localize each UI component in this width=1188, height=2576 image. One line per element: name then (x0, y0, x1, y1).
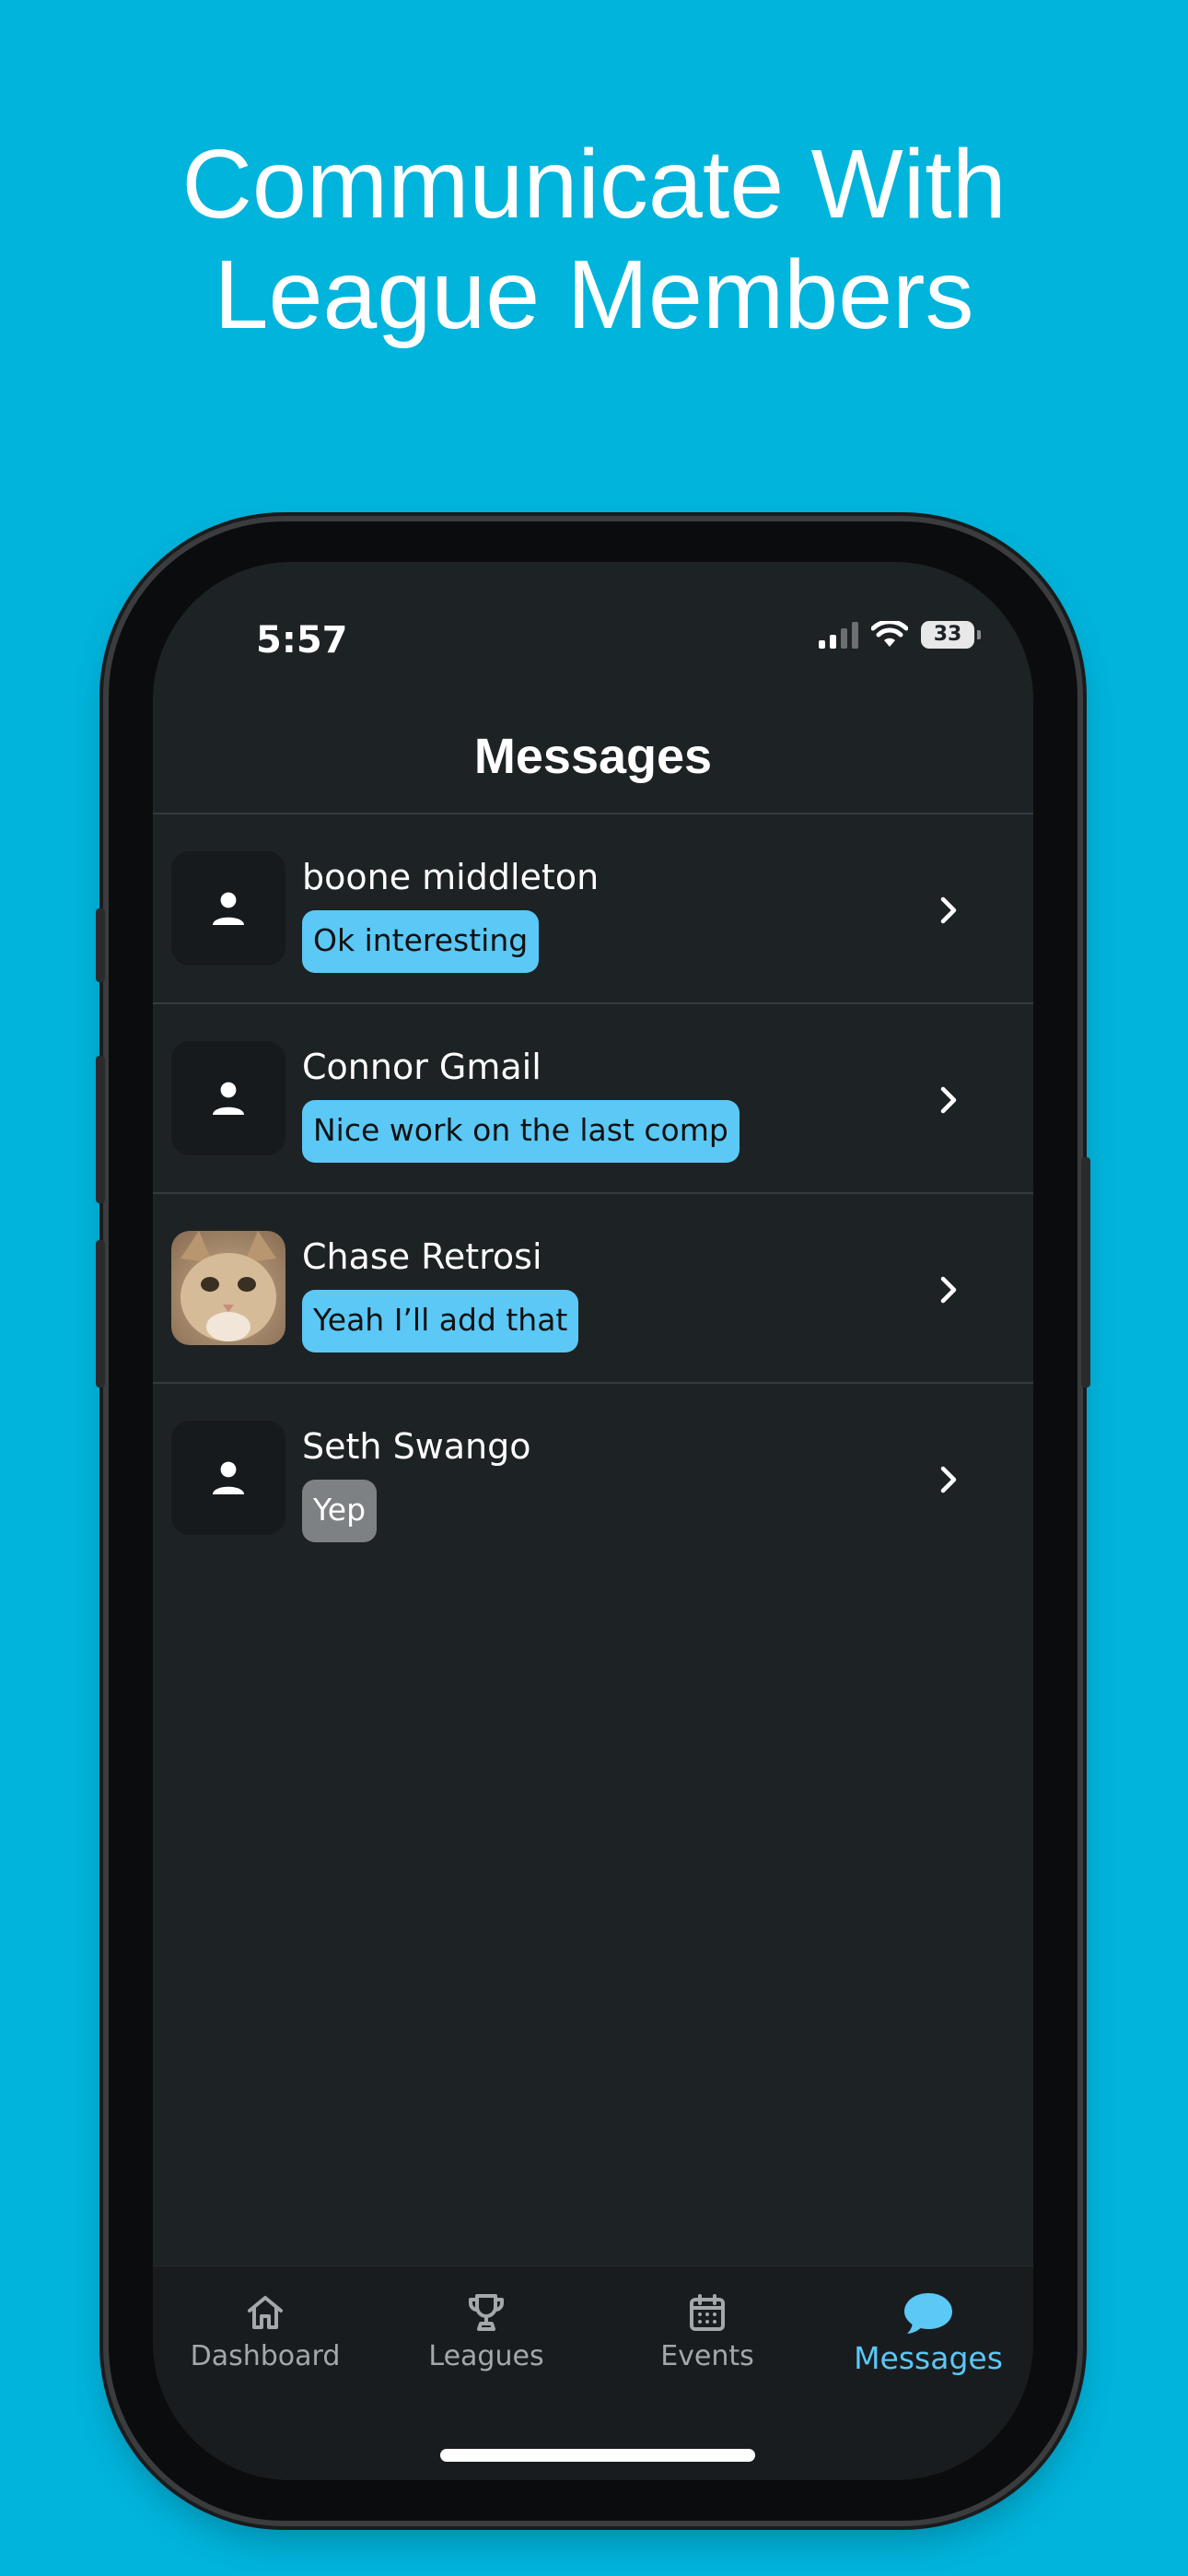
tab-leagues[interactable]: Leagues (394, 2285, 578, 2372)
avatar (171, 1421, 285, 1535)
avatar (171, 851, 285, 966)
status-icons: 33 (819, 621, 981, 649)
conversation-list: boone middleton Ok interesting Connor Gm… (153, 813, 1033, 1574)
tab-events[interactable]: Events (615, 2285, 799, 2372)
person-icon (213, 892, 244, 925)
marketing-headline: Communicate With League Members (0, 129, 1188, 350)
tab-label: Dashboard (190, 2340, 341, 2372)
contact-name: Chase Retrosi (302, 1236, 542, 1277)
tab-label: Events (660, 2340, 754, 2372)
conversation-row-seth-swango[interactable]: Seth Swango Yep (153, 1384, 1033, 1574)
tab-messages[interactable]: Messages (836, 2285, 1020, 2376)
chevron-right-icon (940, 1276, 957, 1304)
person-icon (213, 1461, 244, 1494)
app-screen: 5:57 33 Messages boone middleton Ok inte… (153, 562, 1033, 2480)
cat-photo-avatar (171, 1231, 285, 1345)
conversation-row-connor-gmail[interactable]: Connor Gmail Nice work on the last comp (153, 1004, 1033, 1194)
tab-dashboard[interactable]: Dashboard (173, 2285, 357, 2372)
status-bar: 5:57 33 (153, 562, 1033, 682)
home-icon (248, 2296, 283, 2329)
avatar (171, 1231, 285, 1345)
home-indicator[interactable] (440, 2449, 755, 2462)
calendar-icon (690, 2294, 725, 2331)
conversation-row-boone-middleton[interactable]: boone middleton Ok interesting (153, 814, 1033, 1004)
chevron-right-icon (940, 1086, 957, 1114)
last-message-bubble: Yeah I’ll add that (302, 1290, 579, 1352)
person-icon (213, 1082, 244, 1115)
contact-name: Seth Swango (302, 1426, 531, 1467)
wifi-icon (871, 621, 908, 647)
chat-bubble-icon (904, 2293, 952, 2334)
avatar (171, 1041, 285, 1155)
status-time: 5:57 (256, 619, 348, 662)
contact-name: Connor Gmail (302, 1047, 542, 1087)
page-title: Messages (473, 729, 713, 784)
last-message-bubble: Ok interesting (302, 910, 540, 973)
power-button (1081, 1157, 1090, 1388)
phone-frame: 5:57 33 Messages boone middleton Ok inte… (96, 521, 1090, 2521)
bottom-tab-bar: Dashboard Leagues Events Messages (153, 2266, 1033, 2480)
volume-down-button (96, 1240, 105, 1388)
cellular-signal-icon (819, 621, 858, 649)
volume-up-button (96, 1056, 105, 1203)
last-message-bubble: Yep (302, 1480, 378, 1542)
conversation-row-chase-retrosi[interactable]: Chase Retrosi Yeah I’ll add that (153, 1194, 1033, 1384)
contact-name: boone middleton (302, 857, 600, 897)
mute-switch (96, 908, 105, 982)
tab-label: Leagues (428, 2340, 544, 2372)
battery-icon: 33 (921, 621, 981, 649)
chevron-right-icon (940, 1466, 957, 1493)
trophy-icon (469, 2294, 504, 2331)
tab-label: Messages (854, 2340, 1003, 2376)
last-message-bubble: Nice work on the last comp (302, 1100, 740, 1163)
chevron-right-icon (940, 896, 957, 924)
headline-line-2: League Members (214, 240, 974, 349)
headline-line-1: Communicate With (181, 130, 1007, 239)
